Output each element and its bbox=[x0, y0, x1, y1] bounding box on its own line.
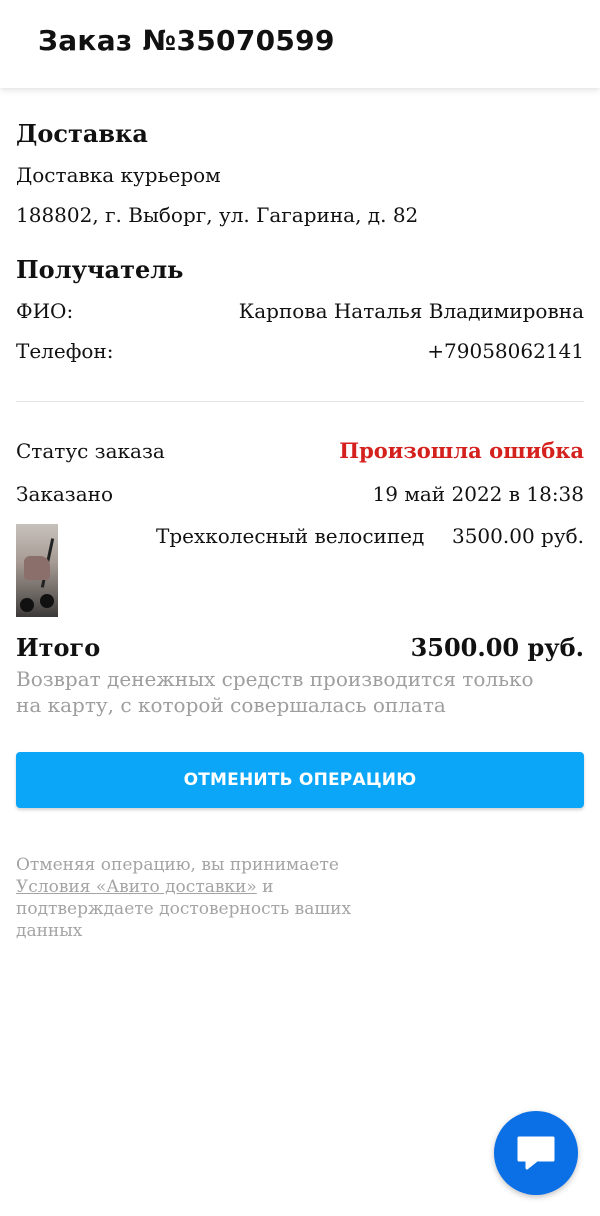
section-divider bbox=[16, 401, 584, 402]
total-label: Итого bbox=[16, 633, 101, 662]
item-price: 3500.00 руб. bbox=[451, 524, 584, 548]
total-value: 3500.00 руб. bbox=[410, 633, 584, 662]
terms-notice: Отменяя операцию, вы принимаете Условия … bbox=[16, 854, 416, 942]
item-name: Трехколесный велосипед bbox=[156, 524, 425, 548]
app-header: Заказ №35070599 bbox=[0, 0, 600, 88]
refund-note-line-1: Возврат денежных средств производится то… bbox=[16, 667, 534, 691]
ordered-date: 19 май 2022 в 18:38 bbox=[372, 482, 584, 506]
order-status-label: Статус заказа bbox=[16, 439, 165, 463]
item-thumbnail[interactable] bbox=[16, 524, 58, 617]
terms-prefix: Отменяя операцию, вы принимаете bbox=[16, 855, 339, 875]
recipient-name-label: ФИО: bbox=[16, 299, 74, 323]
recipient-name-value: Карпова Наталья Владимировна bbox=[238, 299, 584, 323]
ordered-label: Заказано bbox=[16, 482, 114, 506]
page-title: Заказ №35070599 bbox=[38, 24, 335, 57]
delivery-method: Доставка курьером bbox=[16, 163, 221, 187]
order-status-badge: Произошла ошибка bbox=[339, 438, 584, 463]
recipient-phone-value: +79058062141 bbox=[427, 339, 584, 363]
cancel-operation-button[interactable]: ОТМЕНИТЬ ОПЕРАЦИЮ bbox=[16, 752, 584, 808]
delivery-heading: Доставка bbox=[16, 119, 148, 148]
chat-icon bbox=[517, 1136, 555, 1170]
recipient-heading: Получатель bbox=[16, 255, 184, 284]
recipient-phone-label: Телефон: bbox=[16, 339, 114, 363]
delivery-address: 188802, г. Выборг, ул. Гагарина, д. 82 bbox=[16, 203, 419, 227]
refund-note-line-2: на карту, с которой совершалась оплата bbox=[16, 693, 446, 717]
chat-button[interactable] bbox=[494, 1111, 578, 1195]
terms-link[interactable]: Условия «Авито доставки» bbox=[16, 877, 257, 897]
